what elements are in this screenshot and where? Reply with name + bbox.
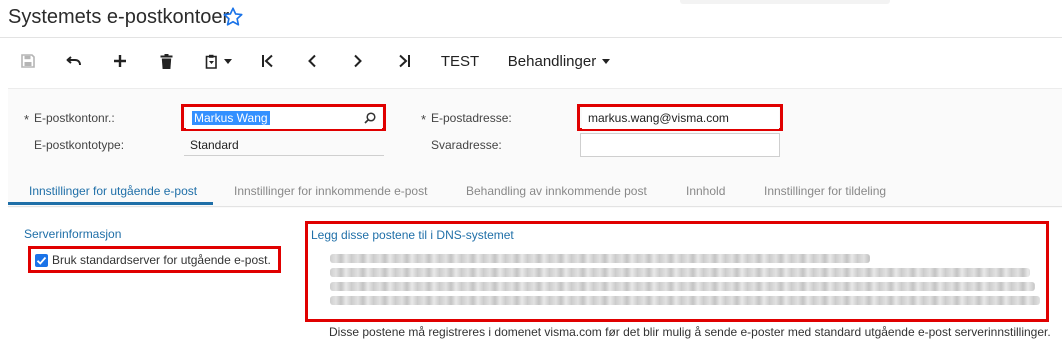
toolbar: TEST Behandlinger	[0, 42, 1062, 80]
add-icon	[114, 55, 126, 67]
dns-records-title: Legg disse postene til i DNS-systemet	[311, 228, 514, 242]
account-id-field[interactable]: Markus Wang	[186, 107, 382, 129]
save-icon	[21, 54, 35, 68]
next-record-button[interactable]	[346, 42, 370, 80]
first-record-button[interactable]	[256, 42, 280, 80]
top-ghost-bar	[680, 0, 890, 4]
previous-record-button[interactable]	[300, 42, 324, 80]
tab-incoming-processing[interactable]: Behandling av innkommende post	[466, 184, 647, 198]
account-type-field[interactable]: Standard	[184, 134, 384, 156]
default-server-label: Bruk standardserver for utgående e-post.	[52, 253, 271, 267]
delete-icon	[160, 53, 172, 69]
active-tab-indicator	[8, 202, 213, 205]
email-label: E-postadresse:	[431, 111, 512, 125]
required-marker: *	[421, 112, 427, 127]
test-button[interactable]: TEST	[438, 42, 482, 80]
add-button[interactable]	[108, 42, 132, 80]
chevron-down-icon	[602, 58, 611, 64]
last-record-icon	[399, 54, 410, 68]
tab-content[interactable]: Innhold	[686, 184, 725, 198]
tab-outgoing-settings[interactable]: Innstillinger for utgående e-post	[29, 184, 197, 198]
chevron-down-icon	[223, 58, 232, 64]
email-field[interactable]: markus.wang@visma.com	[582, 107, 779, 129]
title-bar: Systemets e-postkontoer	[0, 0, 1062, 38]
account-type-value: Standard	[190, 138, 239, 152]
checkmark-icon	[36, 256, 47, 265]
email-value: markus.wang@visma.com	[588, 111, 729, 125]
reply-address-label: Svaradresse:	[431, 138, 502, 152]
paste-dropdown-button[interactable]	[198, 42, 238, 80]
default-server-checkbox[interactable]	[35, 254, 48, 267]
page-title: Systemets e-postkontoer	[8, 6, 230, 28]
undo-button[interactable]	[62, 42, 86, 80]
last-record-button[interactable]	[392, 42, 416, 80]
account-id-label: E-postkontonr.:	[34, 111, 115, 125]
dns-registration-note: Disse postene må registreres i domenet v…	[329, 325, 1051, 339]
blurred-record-line	[330, 268, 1030, 277]
account-id-value: Markus Wang	[192, 111, 270, 125]
paste-icon	[205, 54, 217, 69]
delete-button[interactable]	[154, 42, 178, 80]
actions-menu-button[interactable]: Behandlinger	[504, 42, 614, 80]
server-info-title: Serverinformasjon	[24, 227, 122, 241]
blurred-record-line	[330, 296, 1040, 305]
actions-menu-label: Behandlinger	[507, 52, 597, 70]
account-type-label: E-postkontotype:	[34, 138, 125, 152]
star-outline-icon[interactable]	[222, 6, 244, 28]
undo-icon	[66, 56, 81, 66]
blurred-record-line	[330, 282, 1035, 291]
next-record-icon	[354, 54, 362, 68]
required-marker: *	[24, 112, 30, 127]
search-icon[interactable]	[364, 112, 376, 124]
save-button[interactable]	[16, 42, 40, 80]
tab-assignment-settings[interactable]: Innstillinger for tildeling	[764, 184, 886, 198]
blurred-record-line	[330, 254, 870, 263]
previous-record-icon	[308, 54, 316, 68]
first-record-icon	[262, 54, 273, 68]
reply-address-field[interactable]	[580, 133, 780, 157]
tab-incoming-settings[interactable]: Innstillinger for innkommende e-post	[234, 184, 427, 198]
